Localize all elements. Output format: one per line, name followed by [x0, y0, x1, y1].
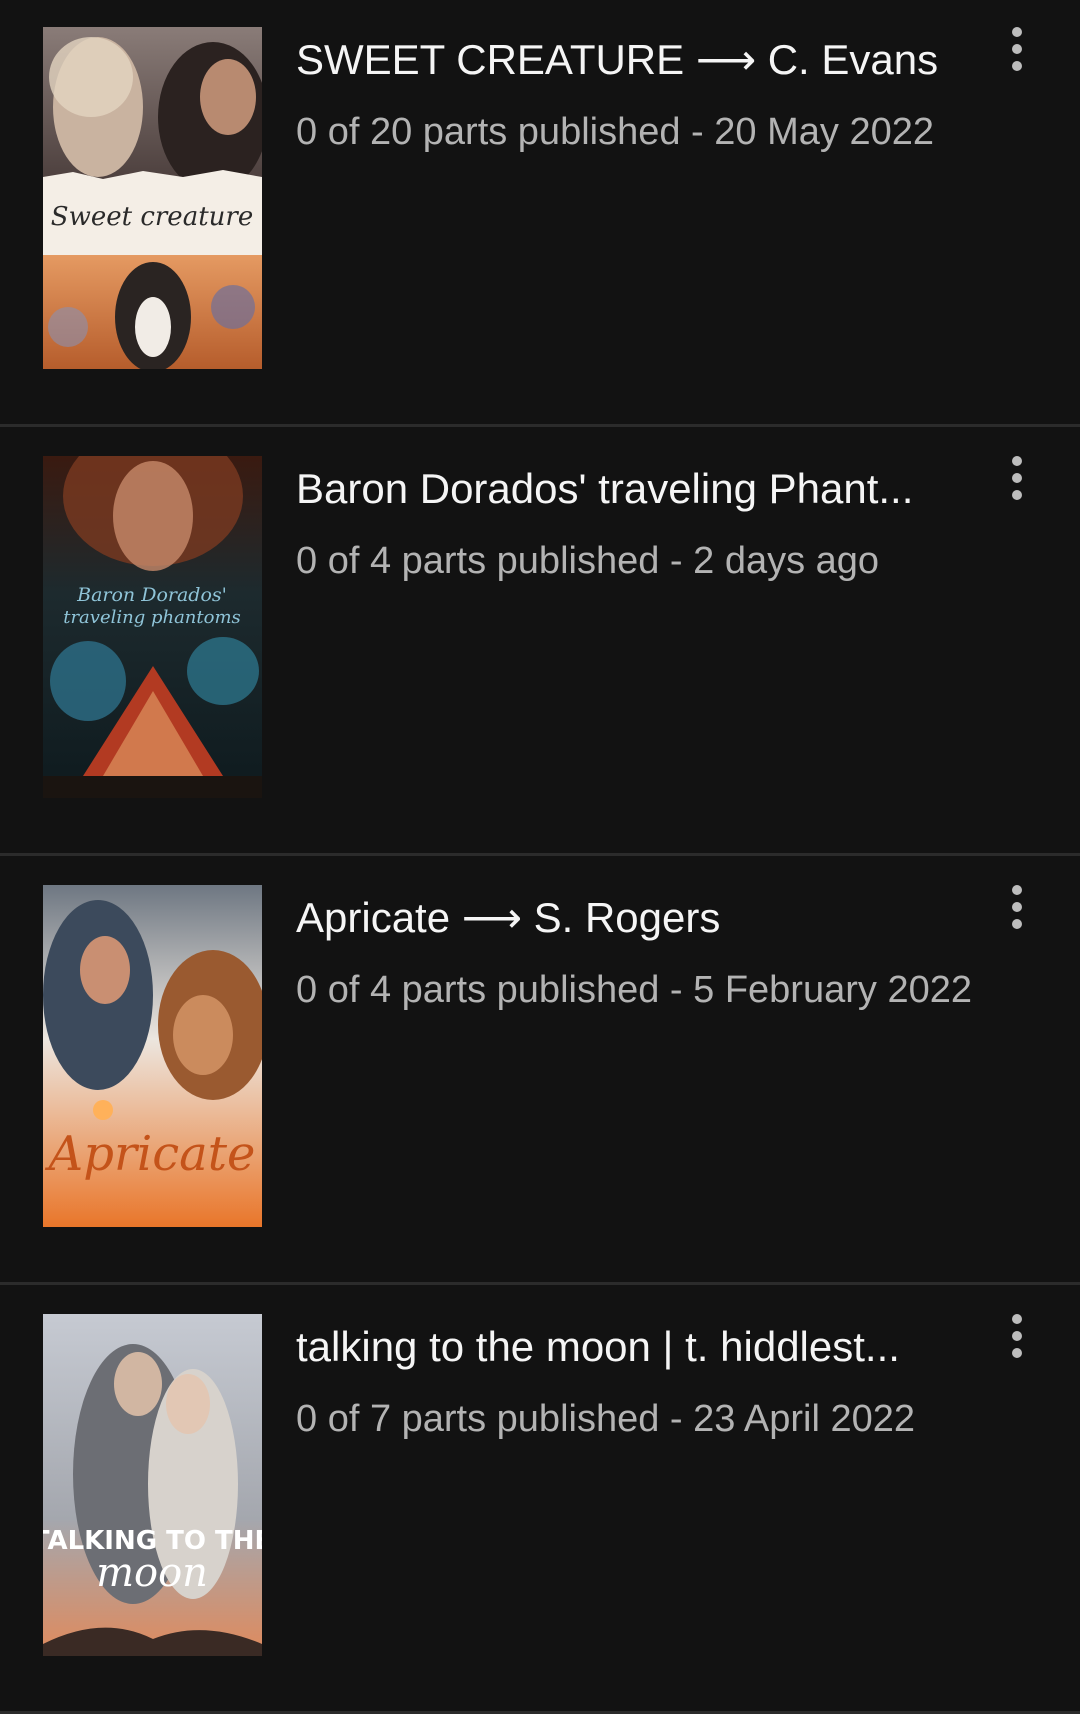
story-cover-image[interactable]: Baron Dorados' traveling phantoms [43, 456, 262, 798]
more-vertical-icon [1012, 1314, 1022, 1358]
svg-text:moon: moon [96, 1550, 208, 1596]
story-cover-image[interactable]: Apricate [43, 885, 262, 1227]
story-title[interactable]: Apricate ⟶ S. Rogers [296, 888, 976, 948]
story-date: 5 February 2022 [693, 969, 972, 1011]
cover-image: Baron Dorados' traveling phantoms [43, 456, 262, 798]
story-row[interactable]: TALKING TO THE moon talking to the moon … [0, 1287, 1080, 1714]
svg-text:Sweet creature: Sweet creature [51, 202, 253, 232]
story-row[interactable]: Apricate Apricate ⟶ S. Rogers 0 of 4 par… [0, 858, 1080, 1285]
story-info: Apricate ⟶ S. Rogers 0 of 4 parts publis… [296, 888, 976, 1014]
story-info: talking to the moon | t. hiddlest... 0 o… [296, 1317, 976, 1443]
story-title[interactable]: talking to the moon | t. hiddlest... [296, 1317, 976, 1377]
svg-text:traveling phantoms: traveling phantoms [63, 607, 241, 628]
parts-published: 0 of 7 parts published [296, 1398, 660, 1440]
cover-image: Sweet creature [43, 27, 262, 369]
meta-separator: - [680, 111, 715, 153]
story-meta: 0 of 4 parts published - 5 February 2022 [296, 966, 976, 1014]
svg-text:Baron Dorados': Baron Dorados' [76, 584, 227, 606]
story-date: 23 April 2022 [693, 1398, 915, 1440]
parts-published: 0 of 4 parts published [296, 540, 660, 582]
parts-published: 0 of 4 parts published [296, 969, 660, 1011]
more-vertical-icon [1012, 456, 1022, 500]
more-options-button[interactable] [995, 1309, 1039, 1365]
meta-separator: - [659, 540, 694, 582]
story-title[interactable]: Baron Dorados' traveling Phant... [296, 459, 976, 519]
story-row[interactable]: Sweet creature SWEET CREATURE ⟶ C. Evans… [0, 0, 1080, 427]
story-info: SWEET CREATURE ⟶ C. Evans 0 of 20 parts … [296, 30, 976, 156]
meta-separator: - [659, 1398, 694, 1440]
story-meta: 0 of 4 parts published - 2 days ago [296, 537, 976, 585]
more-options-button[interactable] [995, 880, 1039, 936]
more-options-button[interactable] [995, 451, 1039, 507]
story-meta: 0 of 20 parts published - 20 May 2022 [296, 108, 976, 156]
cover-image: TALKING TO THE moon [43, 1314, 262, 1656]
more-vertical-icon [1012, 885, 1022, 929]
story-info: Baron Dorados' traveling Phant... 0 of 4… [296, 459, 976, 585]
story-meta: 0 of 7 parts published - 23 April 2022 [296, 1395, 976, 1443]
more-options-button[interactable] [995, 22, 1039, 78]
story-list: Sweet creature SWEET CREATURE ⟶ C. Evans… [0, 0, 1080, 1714]
story-row[interactable]: Baron Dorados' traveling phantoms Baron … [0, 429, 1080, 856]
meta-separator: - [659, 969, 694, 1011]
story-date: 20 May 2022 [714, 111, 934, 153]
svg-text:Apricate: Apricate [45, 1126, 256, 1182]
story-cover-image[interactable]: TALKING TO THE moon [43, 1314, 262, 1656]
story-date: 2 days ago [693, 540, 880, 582]
parts-published: 0 of 20 parts published [296, 111, 681, 153]
story-cover-image[interactable]: Sweet creature [43, 27, 262, 369]
story-title[interactable]: SWEET CREATURE ⟶ C. Evans [296, 30, 976, 90]
cover-image: Apricate [43, 885, 262, 1227]
more-vertical-icon [1012, 27, 1022, 71]
